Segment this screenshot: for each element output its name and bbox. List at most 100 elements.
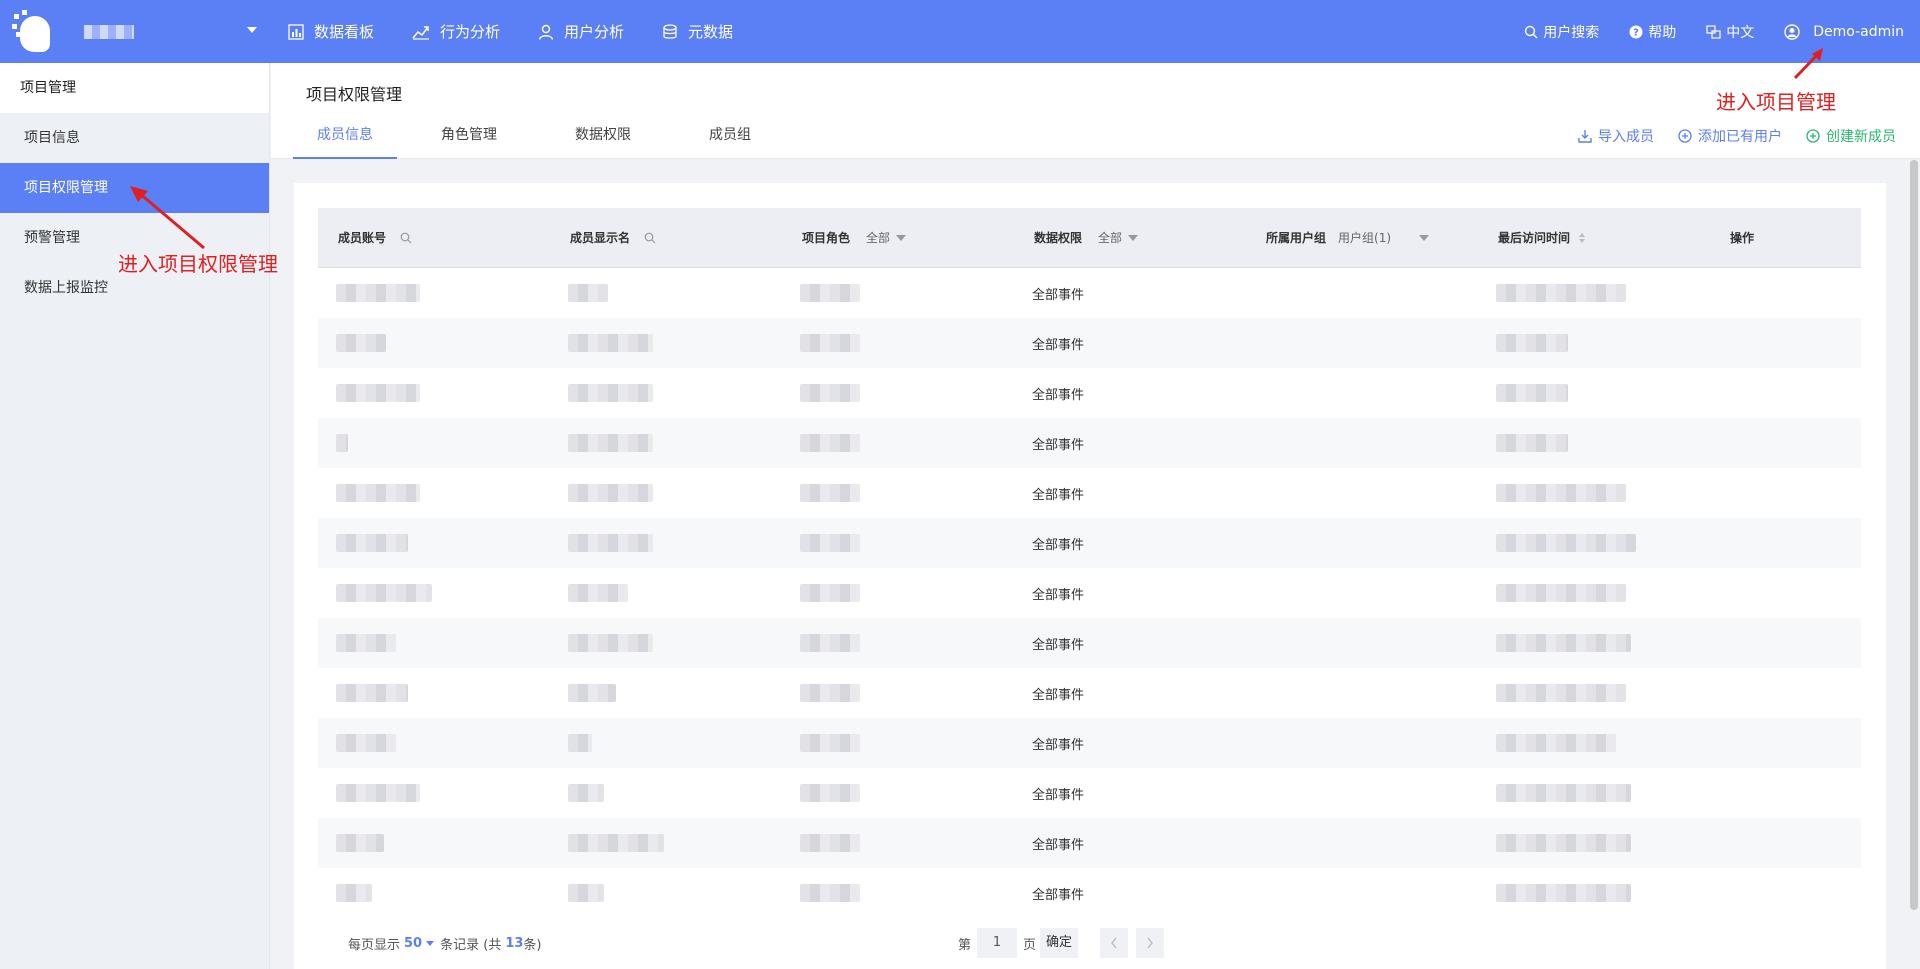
data-permission-value: 全部事件 xyxy=(1032,687,1085,703)
cell-user-group xyxy=(1246,368,1478,418)
next-page-button[interactable] xyxy=(1136,928,1165,958)
cell-last-visit xyxy=(1478,518,1710,568)
per-page-prefix: 每页显示 xyxy=(348,938,401,953)
create-new-member-button[interactable]: 创建新成员 xyxy=(1806,126,1896,146)
cell-data-permission: 全部事件 xyxy=(1014,468,1246,518)
table-row[interactable]: 全部事件 xyxy=(318,368,1861,418)
cell-user-group xyxy=(1246,268,1478,318)
add-existing-user-button[interactable]: 添加已有用户 xyxy=(1678,126,1782,146)
cell-operations xyxy=(1710,268,1861,318)
role-filter-dropdown[interactable]: 全部 xyxy=(866,229,907,246)
cell-account xyxy=(318,868,550,918)
table-row[interactable]: 全部事件 xyxy=(318,518,1861,568)
table-row[interactable]: 全部事件 xyxy=(318,418,1861,468)
nav-users[interactable]: 用户分析 xyxy=(538,21,624,42)
cell-role xyxy=(782,368,1014,418)
cell-role xyxy=(782,268,1014,318)
cell-operations xyxy=(1710,568,1861,618)
table-row[interactable]: 全部事件 xyxy=(318,768,1861,818)
table-row[interactable]: 全部事件 xyxy=(318,668,1861,718)
user-menu[interactable]: Demo-admin xyxy=(1784,24,1904,40)
search-icon[interactable] xyxy=(400,232,412,244)
caret-down-icon[interactable] xyxy=(426,941,435,946)
data-permission-filter-dropdown[interactable]: 全部 xyxy=(1098,229,1139,246)
page-size-select[interactable]: 50 xyxy=(404,936,422,951)
col-last-visit: 最后访问时间 xyxy=(1478,229,1710,246)
user-group-filter-dropdown[interactable]: 用户组(1) xyxy=(1338,229,1430,246)
cell-operations xyxy=(1710,468,1861,518)
table-row[interactable]: 全部事件 xyxy=(318,318,1861,368)
cell-operations xyxy=(1710,718,1861,768)
prev-page-button[interactable] xyxy=(1100,928,1129,958)
sidebar-item-project-info[interactable]: 项目信息 xyxy=(0,113,269,163)
cell-display-name xyxy=(550,568,782,618)
data-permission-value: 全部事件 xyxy=(1032,387,1085,403)
col-data-permission: 数据权限 全部 xyxy=(1014,229,1246,246)
sort-icon[interactable] xyxy=(1578,232,1586,244)
app-logo[interactable] xyxy=(12,9,56,54)
table-row[interactable]: 全部事件 xyxy=(318,268,1861,318)
redacted-value xyxy=(336,684,408,702)
data-permission-value: 全部事件 xyxy=(1032,787,1085,803)
cell-display-name xyxy=(550,768,782,818)
col-operations-label: 操作 xyxy=(1730,231,1755,245)
table-row[interactable]: 全部事件 xyxy=(318,818,1861,868)
redacted-value xyxy=(1496,634,1631,652)
table-row[interactable]: 全部事件 xyxy=(318,618,1861,668)
avatar-icon xyxy=(1784,23,1800,40)
redacted-value xyxy=(568,534,653,552)
nav-dashboard[interactable]: 数据看板 xyxy=(288,21,374,42)
redacted-value xyxy=(336,884,372,902)
tab-role-management[interactable]: 角色管理 xyxy=(417,113,521,159)
table-row[interactable]: 全部事件 xyxy=(318,718,1861,768)
project-selector-name[interactable] xyxy=(84,24,134,39)
cell-data-permission: 全部事件 xyxy=(1014,868,1246,918)
redacted-value xyxy=(800,884,860,902)
chevron-down-icon[interactable] xyxy=(247,27,257,33)
cell-user-group xyxy=(1246,718,1478,768)
tab-data-permission[interactable]: 数据权限 xyxy=(551,113,655,159)
col-display-name: 成员显示名 xyxy=(550,229,782,246)
help-button[interactable]: ? 帮助 xyxy=(1629,22,1676,42)
table-row[interactable]: 全部事件 xyxy=(318,468,1861,518)
cell-role xyxy=(782,518,1014,568)
page-number-input[interactable]: 1 xyxy=(977,928,1018,958)
vertical-scrollbar[interactable] xyxy=(1910,160,1918,910)
redacted-value xyxy=(568,434,653,452)
redacted-value xyxy=(568,884,604,902)
page-prefix: 第 xyxy=(958,937,972,953)
redacted-value xyxy=(1496,784,1631,802)
nav-behavior-label: 行为分析 xyxy=(440,23,501,41)
table-row[interactable]: 全部事件 xyxy=(318,868,1861,918)
nav-metadata[interactable]: 元数据 xyxy=(662,21,733,42)
table-row[interactable]: 全部事件 xyxy=(318,568,1861,618)
header-actions: 导入成员 添加已有用户 创建新成员 xyxy=(1554,126,1896,146)
cell-account xyxy=(318,368,550,418)
redacted-value xyxy=(568,734,592,752)
cell-user-group xyxy=(1246,568,1478,618)
redacted-value xyxy=(336,484,420,502)
confirm-page-button[interactable]: 确定 xyxy=(1040,928,1079,958)
redacted-value xyxy=(336,584,432,602)
cell-account xyxy=(318,668,550,718)
user-search-button[interactable]: 用户搜索 xyxy=(1524,22,1599,42)
redacted-value xyxy=(800,734,860,752)
data-permission-value: 全部事件 xyxy=(1032,837,1085,853)
tab-member-info[interactable]: 成员信息 xyxy=(293,113,397,159)
tab-member-group[interactable]: 成员组 xyxy=(685,113,775,159)
create-new-member-label: 创建新成员 xyxy=(1826,129,1896,145)
nav-behavior[interactable]: 行为分析 xyxy=(412,21,500,42)
redacted-value xyxy=(1496,884,1631,902)
bar-chart-icon xyxy=(288,23,304,40)
pagination: 每页显示 50 条记录 (共 13 条) 第 1 页 确定 xyxy=(318,928,1861,958)
cell-data-permission: 全部事件 xyxy=(1014,418,1246,468)
redacted-value xyxy=(1496,684,1626,702)
language-switch[interactable]: 中文 xyxy=(1706,22,1754,42)
cell-display-name xyxy=(550,368,782,418)
help-label: 帮助 xyxy=(1648,24,1677,41)
search-icon[interactable] xyxy=(644,232,656,244)
sidebar-header: 项目管理 xyxy=(0,63,269,113)
import-members-button[interactable]: 导入成员 xyxy=(1578,126,1654,146)
user-group-filter-value: 用户组(1) xyxy=(1338,231,1392,245)
col-display-name-label: 成员显示名 xyxy=(570,231,631,245)
